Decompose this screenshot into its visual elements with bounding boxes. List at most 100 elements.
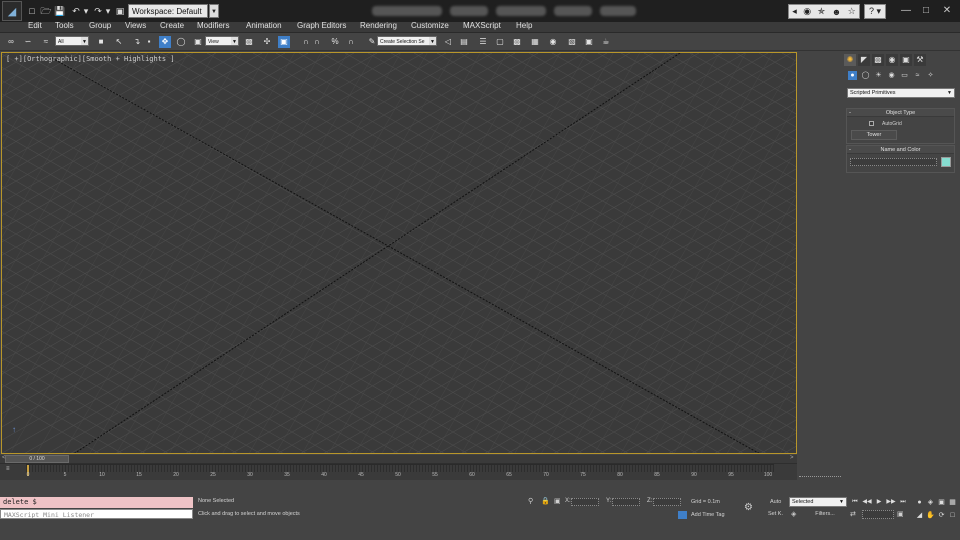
object-type-rollout-header[interactable]: - Object Type — [847, 109, 954, 117]
time-slider-handle[interactable]: 0 / 100 — [5, 455, 69, 463]
named-selection-dropdown[interactable]: Create Selection Se ▼ — [377, 36, 437, 46]
curve-editor-icon[interactable]: ▩ — [511, 36, 523, 48]
tab-hierarchy-icon[interactable]: ▩ — [872, 54, 884, 66]
zoom-icon[interactable]: ● — [914, 498, 925, 507]
go-to-start-icon[interactable]: ⏮ — [850, 498, 860, 507]
selection-lock-icon[interactable]: 🔒 — [541, 497, 550, 505]
align-icon[interactable]: ▤ — [458, 36, 470, 48]
project-folder-icon[interactable]: ▣ — [114, 5, 126, 17]
perspective-viewport[interactable]: [ +][Orthographic][Smooth + Highlights ]… — [1, 52, 797, 454]
angle-snap-icon[interactable]: ∩ — [311, 36, 323, 48]
spinner-snap-icon[interactable]: ∩ — [345, 36, 357, 48]
lights-icon[interactable]: ☀ — [874, 71, 883, 80]
mini-curve-editor-icon[interactable]: ≡ — [6, 466, 10, 472]
new-scene-icon[interactable]: □ — [26, 5, 38, 17]
menu-edit[interactable]: Edit — [28, 21, 42, 30]
window-crossing-icon[interactable]: ▪ — [143, 36, 155, 48]
menu-customize[interactable]: Customize — [411, 21, 449, 30]
menu-animation[interactable]: Animation — [246, 21, 282, 30]
select-by-name-icon[interactable]: ↖ — [113, 36, 125, 48]
unlink-icon[interactable]: ∽ — [22, 36, 34, 48]
current-frame-field[interactable] — [862, 510, 894, 519]
binoculars-icon[interactable]: ◉ — [803, 6, 811, 17]
cameras-icon[interactable]: ◉ — [887, 71, 896, 80]
star-icon[interactable]: ☆ — [848, 6, 856, 17]
percent-snap-icon[interactable]: % — [329, 36, 341, 48]
save-file-icon[interactable]: 💾 — [54, 5, 66, 17]
workspace-selector[interactable]: Workspace: Default — [128, 4, 208, 18]
menu-maxscript[interactable]: MAXScript — [463, 21, 501, 30]
chevron-down-icon[interactable]: ▼ — [209, 4, 219, 18]
z-coordinate-field[interactable] — [653, 498, 681, 506]
app-logo-icon[interactable]: ◢ — [2, 1, 22, 21]
play-icon[interactable]: ▶ — [874, 498, 884, 507]
menu-modifiers[interactable]: Modifiers — [197, 21, 229, 30]
link-icon[interactable]: ∞ — [5, 36, 17, 48]
reference-coordinate-dropdown[interactable]: View ▼ — [205, 36, 239, 46]
time-slider[interactable]: < 0 / 100 > — [0, 455, 797, 464]
menu-views[interactable]: Views — [125, 21, 146, 30]
track-bar[interactable]: ≡ 0 5 10 15 20 25 30 35 40 45 50 55 60 65 70 75 80 85 90 95… — [0, 464, 797, 480]
menu-tools[interactable]: Tools — [55, 21, 74, 30]
select-and-rotate-icon[interactable]: ◯ — [175, 36, 187, 48]
mirror-icon[interactable]: ◁ — [442, 36, 454, 48]
x-coordinate-field[interactable] — [571, 498, 599, 506]
layer-manager-icon[interactable]: ☰ — [477, 36, 489, 48]
systems-icon[interactable]: ✧ — [926, 71, 935, 80]
key-mode-icon[interactable]: ◈ — [791, 510, 796, 518]
geometry-icon[interactable]: ● — [848, 71, 857, 80]
pivot-center-icon[interactable]: ▩ — [243, 36, 255, 48]
open-file-icon[interactable]: 🗁 — [40, 5, 52, 17]
rendered-frame-window-icon[interactable]: ▣ — [583, 36, 595, 48]
select-and-move-icon[interactable]: ✥ — [159, 36, 171, 48]
key-mode-toggle-icon[interactable]: ⇄ — [850, 510, 856, 518]
infocenter-arrow-icon[interactable]: ◂ — [792, 6, 797, 17]
help-icon[interactable]: ? ▾ — [864, 4, 886, 19]
maximize-viewport-icon[interactable]: □ — [947, 511, 958, 520]
orbit-icon[interactable]: ⟳ — [936, 511, 947, 520]
minimize-icon[interactable]: — — [896, 4, 916, 18]
manipulate-icon[interactable]: ✣ — [261, 36, 273, 48]
autogrid-checkbox[interactable]: AutoGrid — [869, 121, 902, 127]
track-bar-ruler[interactable] — [26, 464, 774, 472]
select-and-scale-icon[interactable]: ▣ — [192, 36, 204, 48]
field-of-view-icon[interactable]: ◢ — [914, 511, 925, 520]
primitive-category-dropdown[interactable]: Scripted Primitives ▼ — [847, 88, 955, 98]
rectangular-selection-icon[interactable]: ↴ — [131, 36, 143, 48]
undo-dropdown-icon[interactable]: ▾ — [80, 5, 92, 17]
set-key-icon[interactable]: ⚙ — [744, 502, 753, 513]
menu-group[interactable]: Group — [89, 21, 111, 30]
set-key-button[interactable]: Set K. — [768, 511, 783, 517]
tab-modify-icon[interactable]: ◤ — [858, 54, 870, 66]
maxscript-listener-input[interactable]: delete $ — [0, 497, 193, 508]
next-frame-icon[interactable]: ▶▶ — [886, 498, 896, 507]
tower-button[interactable]: Tower — [851, 130, 897, 140]
key-filter-dropdown[interactable]: Selected ▼ — [789, 497, 847, 507]
render-production-icon[interactable]: ☕ — [600, 36, 612, 48]
key-icon[interactable]: ✯ — [818, 6, 826, 17]
maximize-icon[interactable]: □ — [916, 4, 936, 18]
object-name-field[interactable] — [850, 158, 937, 166]
maxscript-listener-output[interactable]: MAXScript Mini Listener — [0, 509, 193, 519]
keyboard-shortcut-override-icon[interactable]: ▣ — [278, 36, 290, 48]
y-coordinate-field[interactable] — [612, 498, 640, 506]
graphite-ribbon-icon[interactable]: ▢ — [494, 36, 506, 48]
tab-display-icon[interactable]: ▣ — [900, 54, 912, 66]
menu-rendering[interactable]: Rendering — [360, 21, 397, 30]
render-setup-icon[interactable]: ▧ — [566, 36, 578, 48]
zoom-extents-all-icon[interactable]: ▦ — [947, 498, 958, 507]
key-filters-button[interactable]: Filters... — [803, 510, 847, 519]
previous-frame-icon[interactable]: ◀◀ — [862, 498, 872, 507]
shapes-icon[interactable]: ◯ — [861, 71, 870, 80]
name-and-color-rollout-header[interactable]: - Name and Color — [847, 146, 954, 154]
user-icon[interactable]: ☻ — [832, 7, 841, 17]
zoom-all-icon[interactable]: ◈ — [925, 498, 936, 507]
close-icon[interactable]: ✕ — [937, 4, 957, 18]
bind-spacewarp-icon[interactable]: ≈ — [40, 36, 52, 48]
selection-filter-dropdown[interactable]: All ▼ — [55, 36, 89, 46]
helpers-icon[interactable]: ▭ — [900, 71, 909, 80]
object-color-swatch[interactable] — [941, 157, 951, 167]
menu-help[interactable]: Help — [516, 21, 532, 30]
pan-view-icon[interactable]: ✋ — [925, 511, 936, 520]
go-to-end-icon[interactable]: ⏭ — [898, 498, 908, 507]
